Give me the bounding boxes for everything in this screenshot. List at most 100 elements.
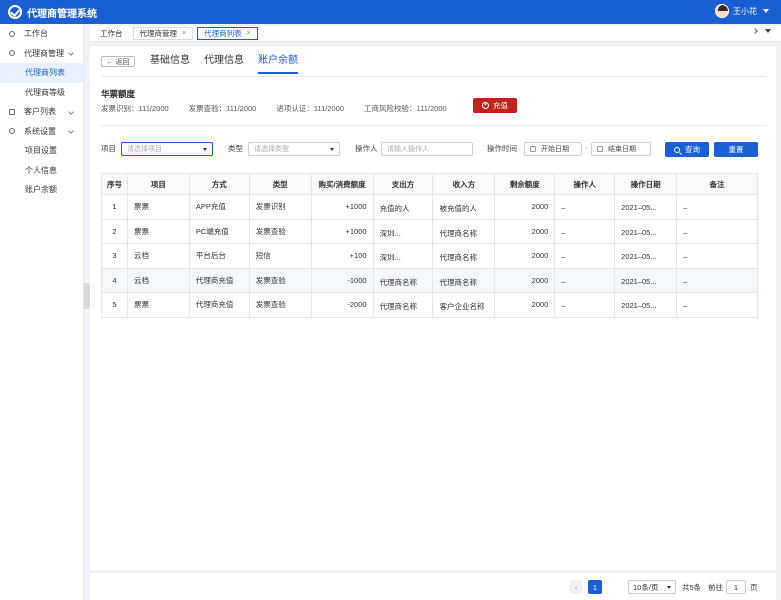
recharge-button[interactable]: ¥ 充值 <box>473 98 517 113</box>
page-button-current[interactable]: 1 <box>588 580 602 594</box>
back-button[interactable]: ← 返回 <box>101 56 135 67</box>
tab-basic-info[interactable]: 基础信息 <box>150 54 190 74</box>
column-header: 收入方 <box>432 173 496 195</box>
caret-down-icon[interactable] <box>765 29 771 33</box>
cell-payer: 代理商名称 <box>372 292 434 318</box>
tab-label: 代理商列表 <box>204 29 242 38</box>
user-name: 王小花 <box>733 6 757 16</box>
total-count: 共5条 <box>682 582 702 592</box>
tab-label: 代理商管理 <box>139 29 178 38</box>
pagination: ‹ 1 10条/页 共5条 前往 1 页 <box>90 572 776 600</box>
check-circle-icon <box>8 5 22 19</box>
caret-down-icon <box>667 586 671 589</box>
stat-business-risk-check: 工商风险校验：111/2000 <box>364 104 447 113</box>
cell-item: 票票 <box>126 194 190 220</box>
sidebar-item-system-settings[interactable]: 系统设置 <box>0 122 83 142</box>
column-header: 操作人 <box>554 173 616 195</box>
recharge-label: 充值 <box>493 101 508 110</box>
app-logo[interactable]: 代理商管理系统 <box>8 5 97 20</box>
chevron-down-icon <box>68 50 74 57</box>
search-button[interactable]: 查询 <box>665 142 709 157</box>
cell-type: 发票识别 <box>248 194 312 220</box>
cell-no: 3 <box>101 243 128 269</box>
cell-payer: 深圳... <box>372 243 434 269</box>
column-header: 支出方 <box>372 173 434 195</box>
sidebar-item-personal-info[interactable]: 个人信息 <box>0 161 83 181</box>
cell-balance: 2000 <box>494 218 556 244</box>
app-title: 代理商管理系统 <box>27 8 97 20</box>
operator-input[interactable]: 请输入操作人 <box>381 142 473 156</box>
sidebar-item-agent-list[interactable]: 代理商列表 <box>0 63 83 83</box>
cell-type: 短信 <box>248 243 312 269</box>
sidebar-item-account-balance[interactable]: 账户余额 <box>0 180 83 200</box>
cell-no: 2 <box>101 218 128 244</box>
sidebar-item-workbench[interactable]: 工作台 <box>0 24 83 44</box>
divider <box>101 76 766 77</box>
page-size-select[interactable]: 10条/页 <box>628 580 676 594</box>
sidebar-item-agent-level[interactable]: 代理商等级 <box>0 83 83 103</box>
type-select-placeholder: 请选择类型 <box>254 146 289 153</box>
column-header: 备注 <box>676 173 758 195</box>
item-select[interactable]: 请选择项目 <box>121 142 213 156</box>
cell-operator: – <box>554 218 616 244</box>
table-row[interactable]: 4 云档 代理商充值 发票查验 -1000 代理商名称 代理商名称 2000 –… <box>101 267 758 293</box>
cell-amount: -2000 <box>310 292 374 318</box>
table-row[interactable]: 5 票票 代理商充值 发票查验 -2000 代理商名称 客户企业名称 2000 … <box>101 292 758 318</box>
filter-time-label: 操作时间 <box>487 144 517 153</box>
sidebar-item-agent-management[interactable]: 代理商管理 <box>0 44 83 64</box>
reset-button[interactable]: 重置 <box>714 142 758 157</box>
cell-date: 2021–05... <box>614 267 678 293</box>
list-icon <box>9 108 15 115</box>
cell-payee: 代理商名称 <box>432 218 496 244</box>
table-row[interactable]: 2 票票 PC端充值 发票查验 +1000 深圳... 代理商名称 2000 –… <box>101 218 758 244</box>
sidebar-item-customer-list[interactable]: 客户列表 <box>0 102 83 122</box>
end-date-picker[interactable]: 结束日期 <box>591 142 651 156</box>
item-select-wrap: 请选择项目 <box>121 142 213 156</box>
date-separator-wrap: - <box>585 143 588 152</box>
cell-operator: – <box>554 243 616 269</box>
date-separator: - <box>585 143 588 152</box>
close-icon[interactable]: × <box>247 30 251 37</box>
tab-label: 工作台 <box>100 29 123 38</box>
avatar <box>715 4 729 18</box>
filter-item: 项目 <box>101 143 116 154</box>
cell-date: 2021–05... <box>614 218 678 244</box>
tab-agent-list[interactable]: 代理商列表 × <box>197 27 258 40</box>
column-header: 操作日期 <box>614 173 678 195</box>
cell-item: 云档 <box>126 267 190 293</box>
column-header: 类型 <box>248 173 312 195</box>
cell-no: 4 <box>101 267 128 293</box>
sidebar-item-project-settings[interactable]: 项目设置 <box>0 141 83 161</box>
search-icon <box>674 146 680 153</box>
table-row[interactable]: 1 票票 APP充值 发票识别 +1000 充值的人 被充值的人 2000 – … <box>101 194 758 220</box>
main-content: ← 返回 基础信息 代理信息 账户余额 华票额度 发票识别：111/2000 发… <box>90 46 776 570</box>
item-select-placeholder: 请选择项目 <box>127 146 162 153</box>
calendar-icon <box>597 146 603 152</box>
close-icon[interactable]: × <box>182 30 186 37</box>
tab-agent-info[interactable]: 代理信息 <box>204 54 244 74</box>
user-menu[interactable]: 王小花 <box>715 4 769 18</box>
tab-workbench[interactable]: 工作台 <box>94 27 129 40</box>
workbench-icon <box>9 30 15 37</box>
chevron-down-icon <box>763 9 769 13</box>
prev-page-button[interactable]: ‹ <box>570 580 582 594</box>
type-select[interactable]: 请选择类型 <box>248 142 340 156</box>
cell-type: 发票查验 <box>248 218 312 244</box>
cell-note: – <box>676 218 758 244</box>
tab-account-balance[interactable]: 账户余额 <box>258 54 298 74</box>
cell-method: 平台后台 <box>188 243 250 269</box>
cell-payer: 代理商名称 <box>372 267 434 293</box>
cell-note: – <box>676 292 758 318</box>
chevron-right-icon[interactable] <box>752 28 758 34</box>
tab-agent-management[interactable]: 代理商管理 × <box>132 27 194 40</box>
table-row[interactable]: 3 云档 平台后台 短信 +100 深圳... 代理商名称 2000 – 202… <box>101 243 758 269</box>
goto-page-input[interactable]: 1 <box>726 580 746 594</box>
cell-note: – <box>676 267 758 293</box>
type-select-wrap: 请选择类型 <box>248 142 340 156</box>
end-date-wrap: 结束日期 <box>591 142 651 156</box>
page-tabs: 基础信息 代理信息 账户余额 <box>150 54 298 74</box>
cell-payee: 代理商名称 <box>432 243 496 269</box>
start-date-picker[interactable]: 开始日期 <box>524 142 582 156</box>
cell-item: 票票 <box>126 218 190 244</box>
sidebar-item-label: 工作台 <box>24 29 48 39</box>
